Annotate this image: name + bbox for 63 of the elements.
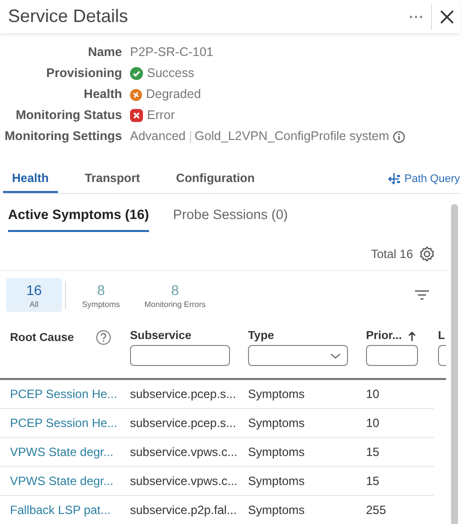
subtab[interactable]: Active Symptoms (16): [8, 207, 150, 232]
table-cell-text: Symptoms: [248, 387, 306, 401]
detail-value: Advanced: [130, 128, 186, 145]
detail-label: Provisioning: [45, 65, 122, 82]
column-header[interactable]: Root Cause: [10, 332, 74, 344]
table-cell-text: Symptoms: [248, 445, 306, 459]
filter-chip[interactable]: 8 Symptoms: [69, 278, 133, 312]
help-icon[interactable]: [96, 330, 111, 345]
path-icon: [388, 172, 402, 185]
filter-chip[interactable]: 8 Monitoring Errors: [133, 278, 217, 312]
detail-value: Error: [147, 107, 175, 124]
profile-text: Gold_L2VPN_ConfigProfile system: [194, 128, 390, 145]
close-icon[interactable]: [440, 10, 454, 24]
subtab[interactable]: Probe Sessions (0): [173, 207, 288, 232]
table-cell-text: 15: [366, 474, 380, 488]
table-cell-text: subservice.pcep.s...: [130, 387, 238, 401]
settings-icon[interactable]: [419, 246, 435, 262]
detail-value: Degraded: [146, 86, 201, 103]
sort-up-icon[interactable]: [408, 331, 416, 341]
detail-value: Success: [147, 65, 194, 82]
column-header[interactable]: Type: [248, 330, 274, 342]
detail-label: Monitoring Settings: [4, 128, 122, 145]
panel-title: Service Details: [8, 6, 130, 27]
root-cause-link[interactable]: VPWS State degr...: [10, 445, 130, 459]
root-cause-link[interactable]: VPWS State degr...: [10, 474, 130, 488]
table-cell-text: 15: [366, 445, 380, 459]
filter-icon[interactable]: [415, 290, 429, 300]
table-cell-text: subservice.pcep.s...: [130, 416, 238, 430]
tab[interactable]: Configuration: [167, 171, 264, 193]
detail-label: Health: [82, 86, 122, 103]
info-icon[interactable]: [393, 130, 406, 142]
tab[interactable]: Transport: [76, 171, 150, 193]
error-icon: [130, 109, 143, 122]
column-header[interactable]: Prior...: [366, 330, 402, 342]
table-cell-text: Symptoms: [248, 503, 306, 517]
detail-label: Monitoring Status: [14, 107, 122, 124]
table-cell-text: 10: [366, 387, 380, 401]
scrollbar[interactable]: [451, 204, 458, 524]
more-icon[interactable]: [409, 14, 423, 18]
table-cell-text: subservice.vpws.c...: [130, 474, 238, 488]
table-cell-text: 255: [366, 503, 388, 517]
table-cell-text: Symptoms: [248, 474, 306, 488]
root-cause-link[interactable]: PCEP Session He...: [10, 416, 130, 430]
path-query-link[interactable]: Path Query: [388, 172, 460, 193]
table-cell-text: subservice.p2p.fal...: [130, 503, 238, 517]
column-header[interactable]: L: [438, 330, 446, 342]
filter-input[interactable]: [366, 345, 418, 366]
table-cell-text: 10: [366, 416, 380, 430]
column-header[interactable]: Subservice: [130, 330, 192, 342]
check-circle-icon: [130, 67, 143, 80]
filter-chip[interactable]: 16 All: [6, 278, 62, 312]
table-cell-text: Symptoms: [248, 416, 306, 430]
chevron-down-icon: [330, 352, 341, 358]
degraded-icon: [130, 88, 142, 100]
filter-input[interactable]: [130, 345, 230, 366]
detail-label: Name: [86, 44, 122, 61]
type-select[interactable]: [248, 345, 348, 366]
total-count: Total 16: [370, 247, 413, 261]
detail-value: P2P-SR-C-101: [130, 44, 214, 61]
table-cell-text: subservice.vpws.c...: [130, 445, 238, 459]
tab[interactable]: Health: [3, 171, 58, 193]
root-cause-link[interactable]: Fallback LSP pat...: [10, 503, 130, 517]
root-cause-link[interactable]: PCEP Session He...: [10, 387, 130, 401]
